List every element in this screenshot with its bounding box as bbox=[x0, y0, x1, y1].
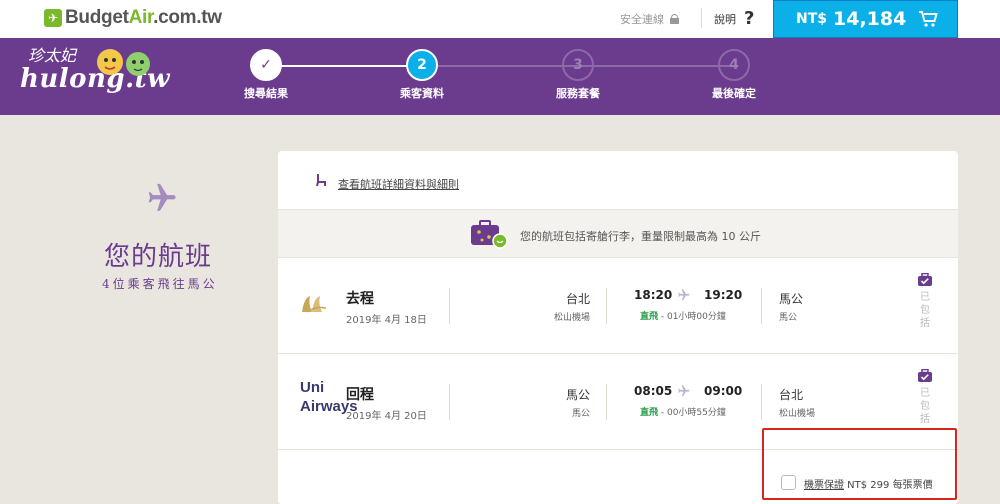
airplane-icon bbox=[678, 385, 690, 397]
cart-button[interactable]: NT$ 14,184 bbox=[773, 0, 958, 38]
flight-duration: 直飛 - 00小時55分鐘 bbox=[640, 405, 726, 418]
plane-logo-icon: ✈ bbox=[44, 9, 62, 27]
leg-date: 2019年 4月 20日 bbox=[346, 411, 427, 422]
divider bbox=[449, 288, 450, 324]
section-title: 您的航班 bbox=[104, 242, 213, 272]
flight-details-row: 查看航班詳細資料與細則 bbox=[278, 151, 958, 210]
logo-air: Air bbox=[128, 7, 154, 28]
step-search-results[interactable]: ✓ 搜尋結果 bbox=[216, 49, 316, 101]
included-char: 包 bbox=[920, 305, 930, 316]
divider bbox=[449, 384, 450, 420]
divider bbox=[761, 384, 762, 420]
luggage-icon bbox=[471, 220, 508, 249]
included-char: 包 bbox=[920, 401, 930, 412]
budgetair-logo[interactable]: ✈ BudgetAir.com.tw bbox=[44, 7, 222, 29]
origin-airport: 松山機場 bbox=[553, 313, 590, 323]
arrival-time: 09:00 bbox=[704, 384, 743, 398]
included-char: 括 bbox=[920, 414, 930, 425]
baggage-check-icon bbox=[918, 272, 932, 286]
step-label: 乘客資料 bbox=[400, 87, 444, 100]
mascot-illustration-icon bbox=[97, 49, 150, 76]
outbound-leg: 去程 2019年 4月 18日 台北 松山機場 18:20 19:20 直飛 -… bbox=[278, 258, 958, 354]
secure-connection: 安全連線 bbox=[620, 11, 679, 27]
origin-city: 台北 bbox=[565, 292, 590, 306]
cart-amount: 14,184 bbox=[833, 8, 907, 30]
leg-date: 2019年 4月 18日 bbox=[346, 315, 427, 326]
departure-time: 18:20 bbox=[634, 288, 673, 302]
baggage-text: 您的航班包括寄艙行李，重量限制最高為 10 公斤 bbox=[520, 230, 761, 243]
seat-icon bbox=[316, 174, 326, 187]
steps-connector bbox=[266, 65, 734, 67]
included-char: 已 bbox=[920, 292, 930, 303]
step-number: 4 bbox=[718, 49, 750, 81]
baggage-check-icon bbox=[918, 368, 932, 382]
destination-city: 馬公 bbox=[779, 292, 804, 306]
step-label: 搜尋結果 bbox=[244, 87, 288, 100]
logo-budget: Budget bbox=[65, 7, 129, 28]
logo-domain: .com.tw bbox=[153, 7, 222, 28]
airplane-icon bbox=[678, 289, 690, 301]
cart-currency: NT$ bbox=[796, 11, 828, 27]
destination-airport: 松山機場 bbox=[779, 409, 816, 419]
included-char: 已 bbox=[920, 388, 930, 399]
origin-airport: 馬公 bbox=[571, 409, 590, 419]
leg-direction: 回程 bbox=[346, 387, 374, 403]
divider bbox=[761, 288, 762, 324]
flight-duration: 直飛 - 01小時00分鐘 bbox=[640, 309, 726, 322]
step-number: 2 bbox=[406, 49, 438, 81]
lock-icon bbox=[670, 14, 679, 24]
baggage-info-row: 您的航班包括寄艙行李，重量限制最高為 10 公斤 bbox=[278, 210, 958, 258]
airplane-icon bbox=[148, 183, 176, 211]
mandarin-airlines-logo-icon bbox=[302, 296, 327, 313]
baggage-included: 已 包 括 bbox=[915, 368, 935, 426]
top-bar: ✈ BudgetAir.com.tw 安全連線 說明 ? NT$ 14,184 bbox=[0, 0, 1000, 38]
step-passenger-info: 2 乘客資料 bbox=[372, 49, 472, 101]
destination-airport: 馬公 bbox=[779, 313, 798, 323]
divider bbox=[606, 384, 607, 420]
help-label: 說明 bbox=[714, 12, 736, 26]
arrival-time: 19:20 bbox=[704, 288, 743, 302]
watermark-cn: 珍太妃 bbox=[28, 46, 77, 65]
departure-time: 08:05 bbox=[634, 384, 673, 398]
origin-city: 馬公 bbox=[565, 388, 590, 402]
duration-text: - 00小時55分鐘 bbox=[658, 408, 726, 418]
step-label: 最後確定 bbox=[712, 87, 756, 100]
flight-details-link[interactable]: 查看航班詳細資料與細則 bbox=[338, 176, 459, 192]
direct-flight-badge: 直飛 bbox=[640, 312, 659, 322]
baggage-included: 已 包 括 bbox=[915, 272, 935, 330]
question-icon: ? bbox=[744, 8, 755, 29]
secure-label: 安全連線 bbox=[620, 13, 664, 26]
divider bbox=[606, 288, 607, 324]
help-link[interactable]: 說明 ? bbox=[714, 8, 754, 29]
shopping-cart-icon bbox=[919, 11, 939, 27]
direct-flight-badge: 直飛 bbox=[640, 408, 659, 418]
step-services: 3 服務套餐 bbox=[528, 49, 628, 101]
duration-text: - 01小時00分鐘 bbox=[658, 312, 726, 322]
destination-city: 台北 bbox=[779, 388, 804, 402]
step-number: 3 bbox=[562, 49, 594, 81]
passenger-summary: 4位乘客飛往馬公 bbox=[102, 277, 218, 291]
step-confirm: 4 最後確定 bbox=[684, 49, 784, 101]
checkmark-icon: ✓ bbox=[250, 49, 282, 81]
step-label: 服務套餐 bbox=[556, 87, 600, 100]
highlight-annotation bbox=[762, 428, 957, 500]
included-char: 括 bbox=[920, 318, 930, 329]
leg-direction: 去程 bbox=[346, 291, 374, 307]
divider bbox=[701, 8, 702, 28]
